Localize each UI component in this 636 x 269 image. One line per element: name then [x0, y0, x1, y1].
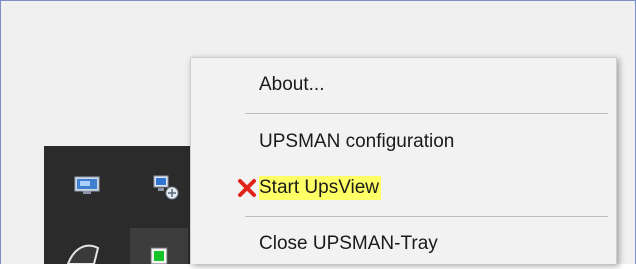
menu-separator [245, 113, 608, 114]
menu-item-label: About... [259, 74, 325, 95]
monitor-icon[interactable] [74, 176, 100, 196]
menu-item-start-upsview[interactable]: Start UpsView [191, 176, 616, 202]
menu-item-label: Start UpsView [259, 176, 382, 200]
menu-item-label: UPSMAN configuration [259, 131, 455, 152]
menu-item-label: Close UPSMAN-Tray [259, 233, 438, 254]
red-x-icon [236, 177, 258, 199]
network-computer-icon[interactable] [152, 172, 180, 200]
menu-item-about[interactable]: About... [191, 73, 616, 97]
tray-context-menu: About... UPSMAN configuration Start UpsV… [190, 57, 617, 264]
menu-item-upsman-configuration[interactable]: UPSMAN configuration [191, 130, 616, 154]
menu-separator [245, 216, 608, 217]
menu-item-close-upsman-tray[interactable]: Close UPSMAN-Tray [191, 232, 616, 256]
green-status-icon[interactable] [150, 246, 172, 265]
ups-tray-icon[interactable] [64, 238, 102, 265]
